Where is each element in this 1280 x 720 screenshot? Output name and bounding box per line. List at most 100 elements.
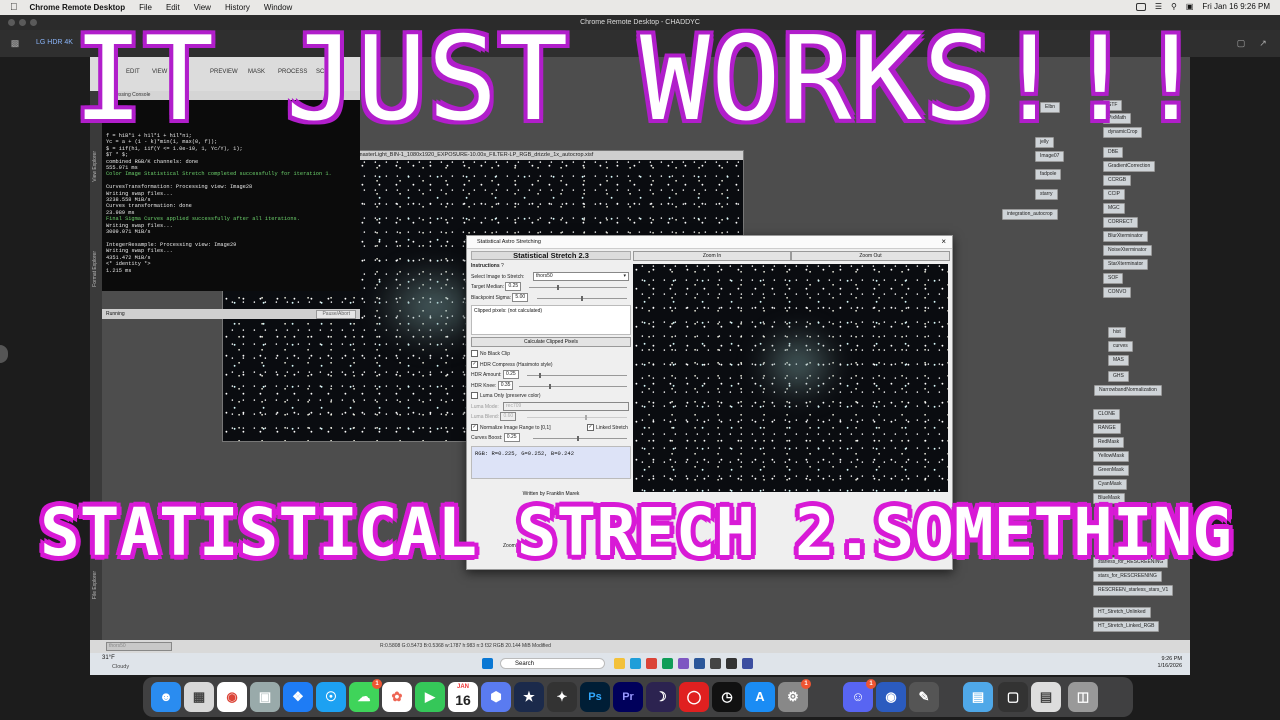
menu-history[interactable]: History xyxy=(225,3,250,12)
workspace-process-icon[interactable]: CCRGB xyxy=(1103,175,1132,186)
workspace-process-icon[interactable]: stars_for_RESCREENING xyxy=(1093,571,1162,582)
weather-temp[interactable]: 31°F xyxy=(102,655,115,661)
curves-boost-knob[interactable] xyxy=(577,436,579,441)
side-panel-handle[interactable] xyxy=(0,345,8,363)
workspace-process-icon[interactable]: YellowMask xyxy=(1093,451,1130,462)
menu-view[interactable]: View xyxy=(194,3,211,12)
premiere-taskbar-icon[interactable] xyxy=(726,658,737,669)
menu-app-name[interactable]: Chrome Remote Desktop xyxy=(30,3,126,12)
luma-mode-select[interactable]: rec709 xyxy=(503,401,629,411)
finder-icon[interactable]: ☻ xyxy=(151,682,181,712)
luma-blend-field[interactable]: 0.60 xyxy=(500,412,517,422)
safari-icon[interactable]: ❖ xyxy=(283,682,313,712)
photoshop-taskbar-icon[interactable] xyxy=(694,658,705,669)
chrome-taskbar-icon[interactable] xyxy=(646,658,657,669)
hdr-amount-slider[interactable] xyxy=(527,373,627,378)
luma-blend-slider[interactable] xyxy=(527,415,627,420)
discord-taskbar-icon[interactable] xyxy=(742,658,753,669)
workspace-process-icon[interactable]: DBE xyxy=(1103,147,1124,158)
target-median-field[interactable]: 0.25 xyxy=(505,282,522,292)
calendar-icon[interactable]: JAN 16 xyxy=(448,682,478,712)
workspace-process-icon[interactable]: CyanMask xyxy=(1093,479,1127,490)
apple-menu-icon[interactable]:  xyxy=(10,2,18,13)
no-black-clip-checkbox[interactable] xyxy=(471,350,478,358)
windows-start-icon[interactable] xyxy=(482,658,493,669)
workspace-process-icon[interactable]: StarXterminator xyxy=(1103,259,1149,270)
menu-window[interactable]: Window xyxy=(264,3,292,12)
terminal-taskbar-icon[interactable] xyxy=(710,658,721,669)
pause-abort-button[interactable]: Pause/Abort xyxy=(316,310,356,319)
workspace-process-icon[interactable]: RANGE xyxy=(1093,423,1121,434)
menu-file[interactable]: File xyxy=(139,3,152,12)
workspace-process-icon[interactable]: MGC xyxy=(1103,203,1125,214)
facetime-icon[interactable]: ▶ xyxy=(415,682,445,712)
hdr-amount-knob[interactable] xyxy=(539,373,541,378)
recent-app-icon[interactable]: ▢ xyxy=(998,682,1028,712)
curves-boost-field[interactable]: 0.25 xyxy=(503,433,520,443)
view-explorer-tab[interactable]: View Explorer xyxy=(92,151,98,182)
luma-blend-knob[interactable] xyxy=(585,415,587,420)
stellarium-icon[interactable]: ☽ xyxy=(646,682,676,712)
control-center-icon[interactable]: ▣ xyxy=(1186,2,1194,11)
workspace-process-icon[interactable]: fadpole xyxy=(1035,169,1062,180)
linked-stretch-checkbox[interactable]: ✓ xyxy=(587,423,594,431)
dialog-title[interactable]: Statistical Astro Stretching × xyxy=(467,236,952,249)
hdr-amount-field[interactable]: 0.25 xyxy=(502,370,519,380)
menu-clock[interactable]: Fri Jan 16 9:26 PM xyxy=(1202,2,1270,11)
search-icon[interactable]: ⚲ xyxy=(1171,2,1177,11)
chrome-icon[interactable]: ◉ xyxy=(217,682,247,712)
pixinsight-dock-icon[interactable]: ★ xyxy=(514,682,544,712)
downloads-folder-icon[interactable]: ▤ xyxy=(963,682,993,712)
stretch-preview[interactable] xyxy=(633,264,948,492)
workspace-process-icon[interactable]: CORRECT xyxy=(1103,217,1138,228)
messages-icon[interactable]: ☁ 1 xyxy=(349,679,382,712)
edge-icon[interactable] xyxy=(630,658,641,669)
luma-only-checkbox[interactable] xyxy=(471,392,478,400)
workspace-process-icon[interactable]: starry xyxy=(1035,189,1058,200)
launchpad-icon[interactable]: ▦ xyxy=(184,682,214,712)
workspace-process-icon[interactable]: HT_Stretch_Linked_RGB xyxy=(1093,621,1160,632)
workspace-process-icon[interactable]: SOF xyxy=(1103,273,1124,284)
file-explorer-tab[interactable]: File Explorer xyxy=(92,571,98,599)
workspace-process-icon[interactable]: GreenMask xyxy=(1093,465,1129,476)
file-explorer-icon[interactable] xyxy=(614,658,625,669)
hdr-knee-slider[interactable] xyxy=(519,383,627,389)
workspace-process-icon[interactable]: NarrowbandNormalization xyxy=(1094,385,1162,396)
blackpoint-knob[interactable] xyxy=(581,295,583,301)
document-stack-icon[interactable]: ▤ xyxy=(1031,682,1061,712)
workspace-process-icon[interactable]: NoiseXterminator xyxy=(1103,245,1152,256)
taskbar-clock[interactable]: 9:26 PM 1/16/2026 xyxy=(1158,656,1182,670)
hdr-compress-checkbox[interactable]: ✓ xyxy=(471,360,478,368)
photoshop-dock-icon[interactable]: Ps xyxy=(580,682,610,712)
workspace-process-icon[interactable]: CONVO xyxy=(1103,287,1132,298)
instructions-label[interactable]: Instructions xyxy=(471,263,500,269)
workspace-process-icon[interactable]: hist xyxy=(1108,327,1126,338)
target-median-slider[interactable] xyxy=(529,285,627,290)
workspace-process-icon[interactable]: BlurXterminator xyxy=(1103,231,1148,242)
format-explorer-tab[interactable]: Format Explorer xyxy=(92,251,98,287)
workspace-process-icon[interactable]: GHS xyxy=(1108,371,1129,382)
app-tool-icon[interactable]: ✎ xyxy=(909,682,939,712)
calculate-clipped-button[interactable]: Calculate Clipped Pixels xyxy=(471,337,631,347)
hdr-knee-field[interactable]: 0.35 xyxy=(497,380,514,390)
chatgpt-icon[interactable]: ✦ xyxy=(547,682,577,712)
pixinsight-taskbar-icon[interactable] xyxy=(678,658,689,669)
workspace-process-icon[interactable]: curves xyxy=(1108,341,1133,352)
zoom-in-button[interactable]: Zoom In xyxy=(633,251,791,261)
app-taskbar-icon[interactable] xyxy=(662,658,673,669)
blackpoint-slider[interactable] xyxy=(537,295,627,301)
workspace-process-icon[interactable]: Image07 xyxy=(1035,151,1065,162)
app-store-icon[interactable]: ☉ xyxy=(316,682,346,712)
app-store-dock-icon[interactable]: A xyxy=(745,682,775,712)
app-blue-icon[interactable]: ◉ xyxy=(876,682,906,712)
workspace-process-icon[interactable]: GradientCorrection xyxy=(1103,161,1156,172)
normalize-checkbox[interactable]: ✓ xyxy=(471,423,478,431)
view-selector[interactable]: thors50 xyxy=(106,642,172,651)
premiere-dock-icon[interactable]: Pr xyxy=(613,682,643,712)
photos-icon[interactable]: ✿ xyxy=(382,682,412,712)
settings-icon[interactable]: ⚙ 1 xyxy=(778,679,811,712)
workspace-process-icon[interactable]: CLONE xyxy=(1093,409,1121,420)
taskbar-search[interactable]: Search xyxy=(500,658,605,669)
workspace-process-icon[interactable]: integration_autocrop xyxy=(1002,209,1058,220)
curves-boost-slider[interactable] xyxy=(533,436,627,441)
